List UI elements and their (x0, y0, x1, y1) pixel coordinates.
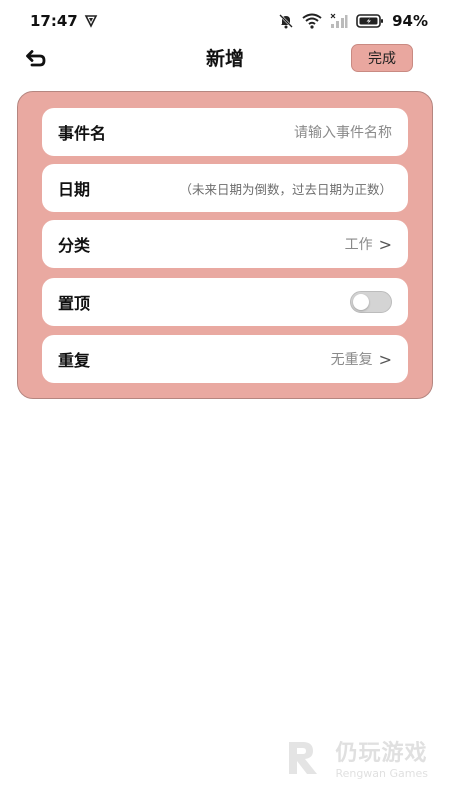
pin-top-label: 置顶 (58, 294, 91, 313)
status-time: 17:47 (30, 12, 78, 30)
status-bar: 17:47 94% (0, 0, 450, 42)
category-value-wrap: 工作 > (345, 234, 392, 254)
battery-level: 94% (392, 12, 428, 30)
category-label: 分类 (58, 236, 91, 255)
form-card: 事件名 请输入事件名称 日期 （未来日期为倒数，过去日期为正数） 分类 工作 >… (17, 91, 433, 399)
done-button[interactable]: 完成 (351, 44, 413, 72)
watermark-en: Rengwan Games (335, 767, 428, 780)
repeat-value-wrap: 无重复 > (331, 349, 392, 369)
category-row[interactable]: 分类 工作 > (42, 220, 408, 268)
date-row[interactable]: 日期 （未来日期为倒数，过去日期为正数） (42, 164, 408, 212)
pin-top-row: 置顶 (42, 278, 408, 326)
shield-icon (84, 14, 98, 28)
watermark-cn: 仍玩游戏 (335, 741, 428, 766)
repeat-value: 无重复 (330, 352, 373, 368)
pin-top-toggle[interactable] (350, 291, 392, 313)
header: 新增 完成 (0, 42, 450, 76)
event-name-row[interactable]: 事件名 请输入事件名称 (42, 108, 408, 156)
bell-off-icon (278, 13, 294, 29)
watermark-text: 仍玩游戏 Rengwan Games (335, 735, 428, 780)
chevron-right-icon: > (378, 349, 392, 369)
event-name-label: 事件名 (58, 124, 107, 143)
toggle-knob (353, 294, 369, 310)
status-right: 94% (278, 12, 428, 30)
repeat-row[interactable]: 重复 无重复 > (42, 335, 408, 383)
battery-icon (356, 13, 384, 29)
date-hint: （未来日期为倒数，过去日期为正数） (179, 181, 392, 197)
watermark: 仍玩游戏 Rengwan Games (283, 735, 428, 780)
signal-icon (330, 13, 348, 29)
wifi-icon (302, 13, 322, 29)
category-value: 工作 (344, 237, 373, 253)
chevron-right-icon: > (378, 234, 392, 254)
date-label: 日期 (58, 180, 91, 199)
event-name-input[interactable]: 请输入事件名称 (294, 122, 392, 142)
repeat-label: 重复 (58, 351, 91, 370)
status-left: 17:47 (30, 12, 98, 30)
watermark-logo-icon (283, 736, 327, 780)
